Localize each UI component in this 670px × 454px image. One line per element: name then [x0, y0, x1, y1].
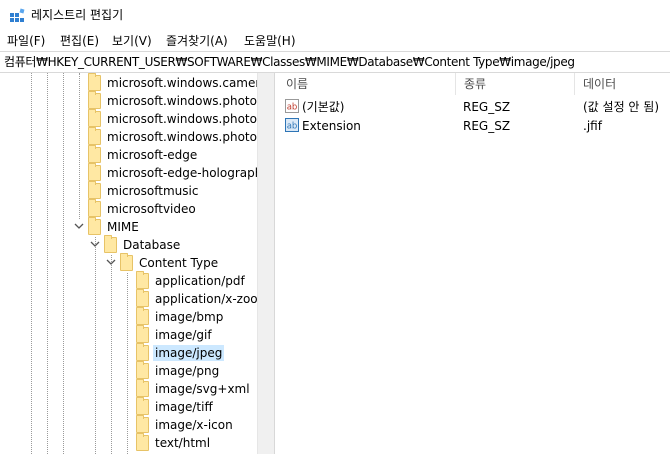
- value-type: REG_SZ: [463, 119, 511, 133]
- regedit-icon: [10, 8, 25, 22]
- folder-icon: [136, 397, 149, 415]
- tree-item-label: microsoft.windows.photos.v: [107, 130, 257, 144]
- folder-icon: [88, 127, 101, 145]
- svg-text:ab: ab: [287, 122, 298, 132]
- menu-favorites[interactable]: 즐겨찾기(A): [166, 33, 228, 49]
- address-bar[interactable]: 컴퓨터₩HKEY_CURRENT_USER₩SOFTWARE₩Classes₩M…: [0, 51, 670, 73]
- folder-icon: [88, 199, 101, 217]
- folder-icon: [88, 109, 101, 127]
- key-tree[interactable]: microsoft.windows.camera.p microsoft.win…: [0, 73, 257, 454]
- values-list[interactable]: 이름 종류 데이터 ab (기본값) REG_SZ (값 설정 안 됨) ab …: [278, 73, 670, 454]
- tree-item-label: microsoft-edge: [107, 148, 198, 162]
- tree-item-mime[interactable]: MIME: [0, 217, 257, 236]
- chevron-down-icon[interactable]: [105, 256, 117, 268]
- tree-item-label: microsoftmusic: [107, 184, 199, 198]
- menu-file[interactable]: 파일(F): [7, 33, 45, 49]
- folder-icon: [136, 343, 149, 361]
- folder-icon: [136, 307, 149, 325]
- chevron-down-icon[interactable]: [89, 238, 101, 250]
- tree-item-label: microsoft-edge-holographic: [107, 166, 257, 180]
- tree-item-selected[interactable]: image/jpeg: [0, 343, 257, 362]
- tree-item[interactable]: microsoft-edge: [0, 145, 257, 164]
- tree-item-label: image/png: [155, 364, 220, 378]
- folder-icon: [136, 361, 149, 379]
- tree-item[interactable]: microsoft.windows.photos.p: [0, 109, 257, 128]
- tree-item[interactable]: microsoft-edge-holographic: [0, 163, 257, 182]
- tree-item-label: MIME: [107, 220, 139, 234]
- tree-item-label: application/x-zoom: [155, 292, 257, 306]
- tree-scrollbar[interactable]: [257, 73, 274, 454]
- tree-item[interactable]: image/gif: [0, 325, 257, 344]
- window-title: 레지스트리 편집기: [31, 8, 124, 22]
- tree-item[interactable]: image/x-icon: [0, 415, 257, 434]
- tree-item[interactable]: image/tiff: [0, 397, 257, 416]
- chevron-down-icon[interactable]: [73, 220, 85, 232]
- tree-item[interactable]: microsoft.windows.photos.c: [0, 91, 257, 110]
- tree-item-label: microsoft.windows.photos.p: [107, 112, 257, 126]
- tree-item-label: Database: [123, 238, 181, 252]
- tree-item-label: image/tiff: [155, 400, 213, 414]
- folder-icon: [88, 91, 101, 109]
- value-row[interactable]: ab Extension REG_SZ .jfif: [278, 117, 670, 135]
- tree-item-label: image/x-icon: [155, 418, 233, 432]
- tree-item[interactable]: application/pdf: [0, 271, 257, 290]
- menu-view[interactable]: 보기(V): [112, 33, 152, 49]
- menu-edit[interactable]: 편집(E): [60, 33, 99, 49]
- menu-bar: 파일(F) 편집(E) 보기(V) 즐겨찾기(A) 도움말(H): [0, 31, 670, 51]
- tree-item[interactable]: image/png: [0, 361, 257, 380]
- column-header-data[interactable]: 데이터: [575, 73, 670, 95]
- tree-item[interactable]: application/x-zoom: [0, 289, 257, 308]
- folder-icon: [136, 271, 149, 289]
- folder-icon: [136, 325, 149, 343]
- svg-text:ab: ab: [287, 103, 298, 113]
- folder-icon: [136, 415, 149, 433]
- folder-icon: [104, 235, 117, 253]
- tree-item[interactable]: image/bmp: [0, 307, 257, 326]
- column-header-type[interactable]: 종류: [456, 73, 575, 95]
- tree-item-label: image/gif: [155, 328, 212, 342]
- tree-item-label: image/jpeg: [153, 345, 225, 361]
- value-name: (기본값): [302, 100, 345, 114]
- tree-item-label: application/pdf: [155, 274, 245, 288]
- tree-item-label: Content Type: [139, 256, 219, 270]
- folder-icon: [88, 73, 101, 91]
- folder-icon: [88, 181, 101, 199]
- tree-item[interactable]: microsoftmusic: [0, 181, 257, 200]
- folder-icon: [88, 163, 101, 181]
- tree-item[interactable]: microsoft.windows.camera.p: [0, 73, 257, 92]
- tree-item[interactable]: text/html: [0, 433, 257, 452]
- value-type: REG_SZ: [463, 100, 511, 114]
- value-data: (값 설정 안 됨): [583, 100, 660, 114]
- folder-icon: [136, 289, 149, 307]
- value-name: Extension: [302, 119, 361, 133]
- tree-item-label: image/bmp: [155, 310, 224, 324]
- tree-item[interactable]: microsoftvideo: [0, 199, 257, 218]
- value-data: .jfif: [583, 119, 602, 133]
- column-header-name[interactable]: 이름: [278, 73, 456, 95]
- folder-icon: [88, 217, 101, 235]
- tree-item-label: text/html: [155, 436, 211, 450]
- binary-value-icon: ab: [285, 118, 299, 132]
- tree-item[interactable]: image/svg+xml: [0, 379, 257, 398]
- folder-icon: [136, 379, 149, 397]
- folder-icon: [88, 145, 101, 163]
- folder-icon: [136, 433, 149, 451]
- menu-help[interactable]: 도움말(H): [244, 33, 296, 49]
- tree-item-database[interactable]: Database: [0, 235, 257, 254]
- value-row[interactable]: ab (기본값) REG_SZ (값 설정 안 됨): [278, 98, 670, 116]
- folder-icon: [120, 253, 133, 271]
- tree-item-label: microsoftvideo: [107, 202, 196, 216]
- tree-item[interactable]: microsoft.windows.photos.v: [0, 127, 257, 146]
- address-path[interactable]: 컴퓨터₩HKEY_CURRENT_USER₩SOFTWARE₩Classes₩M…: [4, 55, 575, 70]
- tree-item-label: microsoft.windows.photos.c: [107, 94, 257, 108]
- tree-item-content-type[interactable]: Content Type: [0, 253, 257, 272]
- string-value-icon: ab: [285, 99, 299, 113]
- title-bar: 레지스트리 편집기: [0, 0, 670, 31]
- tree-item-label: microsoft.windows.camera.p: [107, 76, 257, 90]
- tree-item-label: image/svg+xml: [155, 382, 250, 396]
